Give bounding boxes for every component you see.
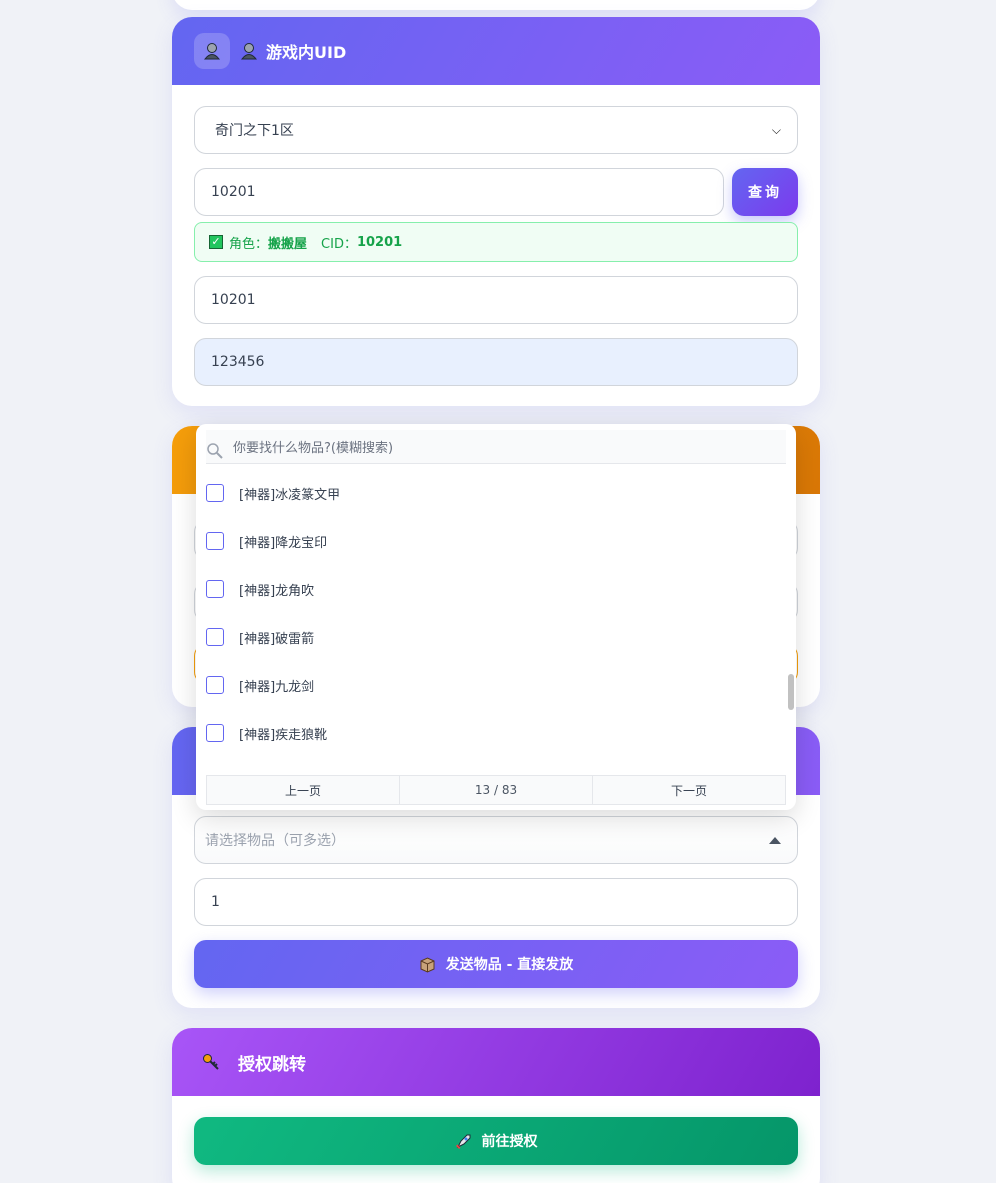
previous-card-edge (172, 0, 820, 10)
quantity-input[interactable]: 1 (194, 878, 798, 926)
role-name: 搬搬屋 (268, 236, 308, 252)
account-input-value: 10201 (211, 292, 256, 308)
item-dropdown-panel: 你要找什么物品?(模糊搜索) [神器]冰凌篆文甲 [神器]降龙宝印 [神器]龙角… (196, 424, 796, 810)
uid-card: 游戏内UID 奇门之下1区 ⌵ 10201 查询 ✓ 角色： 搬搬屋 CID： … (172, 17, 820, 406)
server-select-value: 奇门之下1区 (215, 123, 294, 139)
person-icon (240, 43, 258, 60)
account-input[interactable]: 10201 (194, 276, 798, 324)
cid-label: CID： (321, 236, 357, 252)
item-multiselect[interactable]: 请选择物品（可多选） (194, 816, 798, 864)
uid-input[interactable]: 10201 (194, 168, 724, 216)
quantity-input-value: 1 (211, 894, 220, 910)
server-select[interactable]: 奇门之下1区 ⌵ (194, 106, 798, 154)
go-auth-button-label: 前往授权 (481, 1134, 538, 1150)
check-icon: ✓ (209, 235, 223, 249)
item-multiselect-placeholder: 请选择物品（可多选） (205, 833, 345, 849)
list-item[interactable]: [神器]疾走狼靴 (206, 709, 776, 757)
list-item-label: [神器]龙角吹 (239, 583, 315, 599)
prev-page-button[interactable]: 上一页 (207, 776, 400, 804)
list-item[interactable]: [神器]龙角吹 (206, 565, 776, 613)
list-item[interactable]: [神器]破雷箭 (206, 613, 776, 661)
checkbox[interactable] (206, 532, 224, 550)
list-item[interactable]: [神器]冰凌篆文甲 (206, 469, 776, 517)
cid-value: 10201 (356, 234, 403, 250)
item-search-placeholder: 你要找什么物品?(模糊搜索) (233, 441, 394, 456)
list-item-label: [神器]破雷箭 (239, 631, 315, 647)
auth-card: 授权跳转 前往授权 (172, 1028, 820, 1183)
search-icon (207, 442, 223, 459)
package-icon (420, 956, 435, 973)
password-input-value: 123456 (211, 354, 265, 370)
next-page-button[interactable]: 下一页 (593, 776, 785, 804)
role-label: 角色： (229, 236, 269, 252)
key-icon (203, 1054, 219, 1070)
checkbox[interactable] (206, 724, 224, 742)
uid-card-title: 游戏内UID (266, 43, 347, 62)
list-item[interactable]: [神器]九龙剑 (206, 661, 776, 709)
caret-up-icon (769, 836, 781, 844)
list-item[interactable]: [神器]降龙宝印 (206, 517, 776, 565)
rocket-icon (455, 1134, 470, 1149)
query-button-label: 查询 (748, 185, 782, 201)
query-result: ✓ 角色： 搬搬屋 CID： 10201 (194, 222, 798, 262)
page-indicator: 13 / 83 (400, 776, 593, 804)
list-item-label: [神器]九龙剑 (239, 679, 315, 695)
list-item-label: [神器]冰凌篆文甲 (239, 487, 341, 503)
pager: 上一页 13 / 83 下一页 (206, 775, 786, 805)
checkbox[interactable] (206, 484, 224, 502)
scrollbar-thumb[interactable] (788, 674, 794, 710)
list-item-label: [神器]降龙宝印 (239, 535, 328, 551)
chevron-down-icon: ⌵ (771, 122, 781, 137)
checkbox[interactable] (206, 676, 224, 694)
send-item-button[interactable]: 发送物品 - 直接发放 (194, 940, 798, 988)
item-search-input[interactable]: 你要找什么物品?(模糊搜索) (206, 430, 786, 464)
send-item-button-label: 发送物品 - 直接发放 (445, 957, 574, 973)
query-button[interactable]: 查询 (732, 168, 798, 216)
person-icon-box (194, 33, 230, 69)
checkbox[interactable] (206, 580, 224, 598)
password-input[interactable]: 123456 (194, 338, 798, 386)
uid-input-value: 10201 (211, 184, 256, 200)
auth-card-title: 授权跳转 (238, 1054, 306, 1075)
auth-card-header: 授权跳转 (172, 1028, 820, 1096)
uid-card-header: 游戏内UID (172, 17, 820, 85)
go-auth-button[interactable]: 前往授权 (194, 1117, 798, 1165)
list-item-label: [神器]疾走狼靴 (239, 727, 328, 743)
person-icon (203, 43, 221, 60)
checkbox[interactable] (206, 628, 224, 646)
